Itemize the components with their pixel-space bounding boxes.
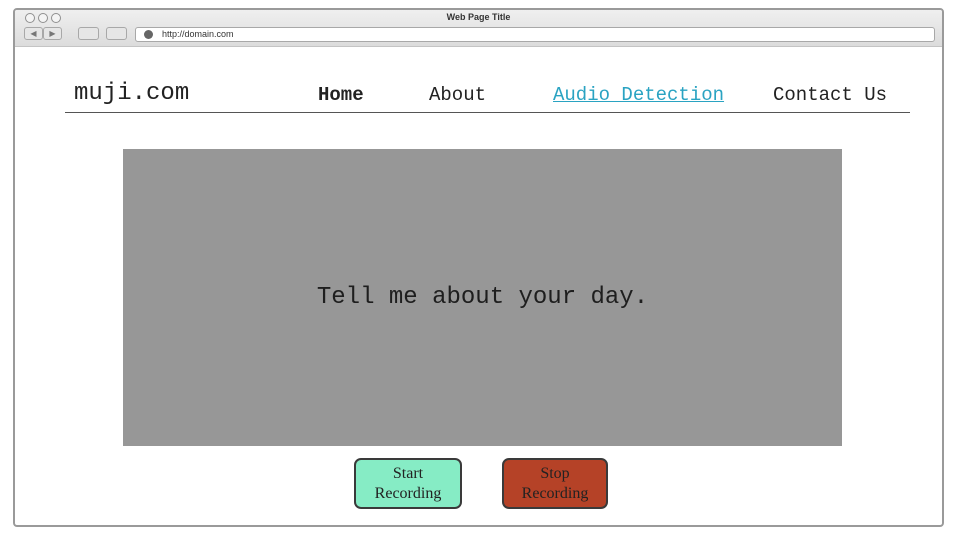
toolbar-button-1[interactable] xyxy=(78,27,99,40)
back-button[interactable]: ◀ xyxy=(24,27,43,40)
browser-titlebar: Web Page Title ◀ ▶ http://domain.com xyxy=(15,10,942,47)
nav-home-link[interactable]: Home xyxy=(318,84,364,106)
url-text[interactable]: http://domain.com xyxy=(162,28,234,41)
toolbar-button-2[interactable] xyxy=(106,27,127,40)
nav-audio-detection-link[interactable]: Audio Detection xyxy=(553,84,724,106)
start-recording-button[interactable]: Start Recording xyxy=(354,458,462,509)
globe-icon xyxy=(144,30,153,39)
nav-divider xyxy=(65,112,910,113)
forward-button[interactable]: ▶ xyxy=(43,27,62,40)
start-button-label-line1: Start xyxy=(392,465,424,482)
browser-window: Web Page Title ◀ ▶ http://domain.com muj… xyxy=(13,8,944,527)
nav-contact-link[interactable]: Contact Us xyxy=(773,84,887,106)
stop-button-label-line1: Stop xyxy=(540,465,570,482)
forward-arrow-icon: ▶ xyxy=(49,29,56,38)
stop-button-label-line2: Recording xyxy=(521,485,589,502)
nav-about-link[interactable]: About xyxy=(429,84,486,106)
site-logo[interactable]: muji.com xyxy=(74,80,189,107)
prompt-text: Tell me about your day. xyxy=(316,284,649,311)
prompt-panel: Tell me about your day. xyxy=(123,149,842,446)
back-arrow-icon: ◀ xyxy=(30,29,37,38)
window-title: Web Page Title xyxy=(446,12,511,22)
address-bar[interactable]: http://domain.com xyxy=(135,27,935,42)
start-button-label-line2: Recording xyxy=(374,485,442,502)
stop-recording-button[interactable]: Stop Recording xyxy=(502,458,608,509)
